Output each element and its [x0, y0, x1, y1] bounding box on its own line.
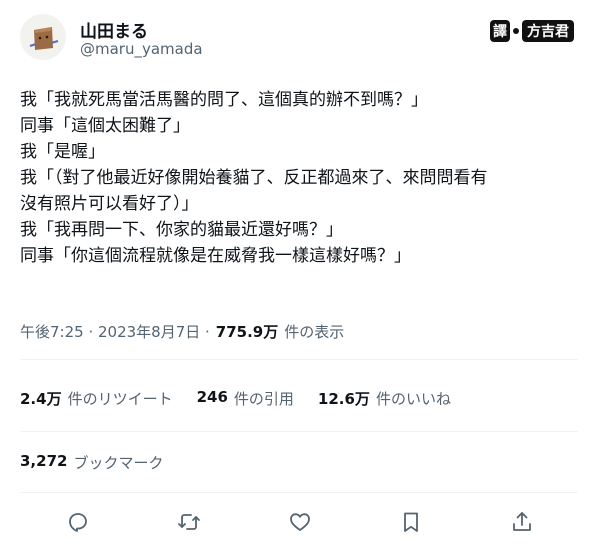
divider	[20, 431, 578, 432]
tweet-line: 我「我就死馬當活馬醫的問了、這個真的辦不到嗎？」	[20, 90, 428, 110]
retweets-stat[interactable]: 2.4万 件のリツイート	[20, 388, 173, 409]
translator-badge: 譯 方吉君	[490, 20, 574, 42]
retweets-count: 2.4万	[20, 390, 62, 408]
divider	[20, 492, 578, 493]
likes-label: 件のいいね	[375, 390, 451, 408]
timestamp[interactable]: 午後7:25 · 2023年8月7日 ·	[20, 321, 210, 342]
reply-icon[interactable]	[66, 510, 90, 534]
handle[interactable]: @maru_yamada	[80, 40, 203, 58]
share-icon[interactable]	[510, 510, 534, 534]
views-label: 件の表示	[284, 323, 345, 341]
engagement-stats: 2.4万 件のリツイート 246 件の引用 12.6万 件のいいね	[20, 388, 469, 409]
divider	[20, 359, 578, 360]
tweet-line: 我「（對了他最近好像開始養貓了、反正都過來了、來問問看有	[20, 168, 488, 188]
avatar[interactable]	[20, 14, 66, 60]
tweet-header: 山田まる @maru_yamada 譯 方吉君	[20, 14, 578, 62]
tweet-line: 同事「這個太困難了」	[20, 116, 190, 136]
bookmarks-count: 3,272	[20, 452, 68, 470]
action-bar	[20, 505, 578, 539]
bookmarks-stat[interactable]: 3,272 ブックマーク	[20, 452, 163, 473]
likes-stat[interactable]: 12.6万 件のいいね	[318, 388, 451, 409]
badge-separator	[513, 28, 519, 34]
views-count: 775.9万	[215, 323, 279, 341]
tweet-line: 沒有照片可以看好了）」	[20, 194, 199, 214]
bookmark-icon[interactable]	[399, 510, 423, 534]
retweets-label: 件のリツイート	[67, 390, 173, 408]
translator-badge-name: 方吉君	[522, 20, 574, 42]
translator-badge-label: 譯	[490, 20, 510, 42]
likes-count: 12.6万	[317, 390, 370, 408]
quotes-count: 246	[196, 388, 228, 406]
tweet-line: 我「我再問一下、你家的貓最近還好嗎？」	[20, 220, 343, 240]
tweet-meta: 午後7:25 · 2023年8月7日 · 775.9万 件の表示	[20, 321, 344, 342]
tweet-line: 我「是喔」	[20, 142, 105, 162]
retweet-icon[interactable]	[177, 510, 201, 534]
display-name[interactable]: 山田まる	[80, 17, 148, 42]
heart-icon[interactable]	[288, 510, 312, 534]
bookmarks-label: ブックマーク	[73, 454, 164, 472]
tweet-text: 我「我就死馬當活馬醫的問了、這個真的辦不到嗎？」 同事「這個太困難了」 我「是喔…	[20, 87, 580, 269]
quotes-stat[interactable]: 246 件の引用	[197, 388, 294, 409]
tweet-line: 同事「你這個流程就像是在威脅我一樣這樣好嗎？」	[20, 246, 411, 266]
quotes-label: 件の引用	[233, 390, 294, 408]
